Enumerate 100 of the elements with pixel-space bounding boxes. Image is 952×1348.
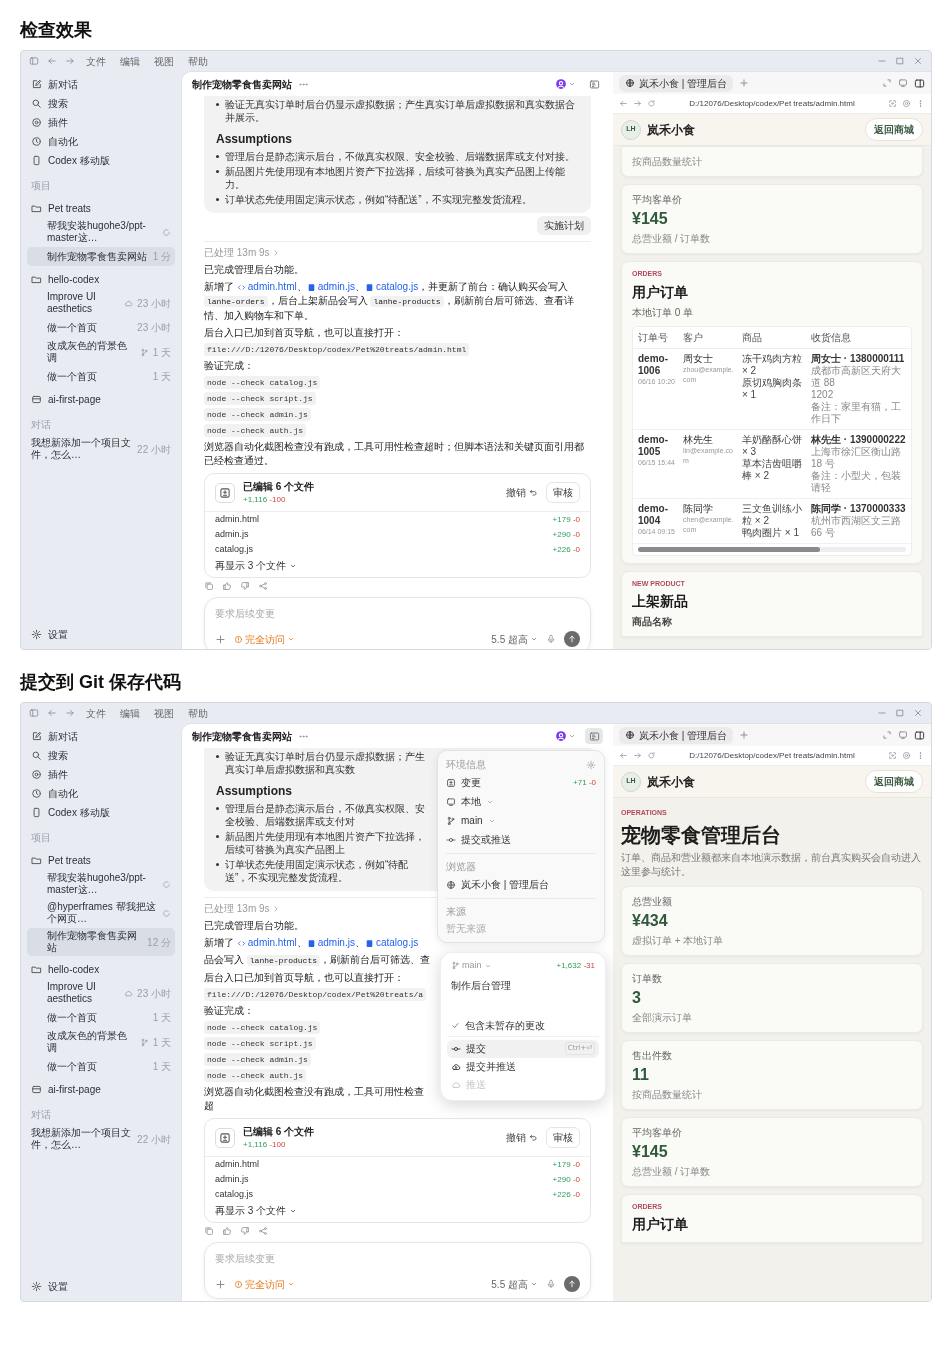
sidebar-icon[interactable] [29, 56, 39, 66]
split-view-icon[interactable] [914, 729, 925, 741]
share-icon[interactable] [258, 1226, 268, 1237]
file-link[interactable]: admin.js [306, 280, 355, 295]
file-name[interactable]: admin.html [215, 513, 259, 527]
include-unstaged-checkbox[interactable]: 包含未暂存的更改 [447, 1014, 599, 1037]
project-item[interactable]: Pet treats [27, 851, 175, 869]
file-link[interactable]: catalog.js [364, 280, 419, 295]
file-link[interactable]: admin.html [236, 280, 297, 295]
back-icon[interactable] [47, 708, 57, 718]
project-item[interactable]: hello-codex [27, 960, 175, 978]
thumbs-down-icon[interactable] [240, 1226, 250, 1237]
model-button[interactable]: 5.5 超高 [491, 631, 538, 647]
project-item[interactable]: Pet treats [27, 199, 175, 217]
thread-item[interactable]: 帮我安装hugohe3/ppt-master这… [27, 870, 175, 898]
thumbs-up-icon[interactable] [222, 581, 232, 592]
back-icon[interactable] [619, 99, 628, 108]
thumbs-down-icon[interactable] [240, 581, 250, 592]
microphone-icon[interactable] [546, 634, 556, 645]
expand-icon[interactable] [882, 78, 892, 88]
send-button[interactable] [564, 1276, 580, 1293]
more-icon[interactable] [916, 99, 925, 108]
panel-toggle-button[interactable] [585, 728, 603, 744]
forward-icon[interactable] [65, 56, 75, 66]
menu-item[interactable]: 提交并推送 [447, 1057, 599, 1076]
thread-item[interactable]: 帮我安装hugohe3/ppt-master这… [27, 218, 175, 246]
browser-tab[interactable]: 岚禾小食 | 管理后台 [619, 74, 734, 92]
panel-item[interactable]: 本地 [446, 793, 596, 810]
close-icon[interactable] [913, 708, 923, 718]
show-more-button[interactable]: 再显示 3 个文件 [205, 557, 308, 578]
browser-tab[interactable]: 岚禾小食 | 管理后台 [619, 726, 734, 744]
maximize-icon[interactable] [895, 708, 905, 718]
panel-item[interactable]: 变更 +71 -0 [446, 774, 596, 791]
plus-icon[interactable] [739, 78, 750, 88]
reload-icon[interactable] [647, 751, 656, 760]
sidebar-item[interactable]: 新对话 [27, 75, 175, 93]
menu-item[interactable]: 编辑 [117, 53, 143, 69]
reload-icon[interactable] [647, 99, 656, 108]
review-button[interactable]: 审核 [546, 1127, 580, 1149]
scan-icon[interactable] [888, 99, 897, 108]
sidebar-item[interactable]: 自动化 [27, 784, 175, 802]
file-name[interactable]: admin.js [215, 1173, 249, 1187]
menu-item[interactable]: 文件 [83, 705, 109, 721]
plus-icon[interactable] [215, 633, 226, 645]
file-name[interactable]: admin.html [215, 1158, 259, 1172]
plan-button[interactable]: 实施计划 [537, 216, 591, 235]
split-view-icon[interactable] [914, 77, 925, 89]
settings-button[interactable]: 设置 [27, 1277, 175, 1295]
plus-icon[interactable] [215, 1278, 226, 1290]
undo-button[interactable]: 撤销 [506, 485, 538, 501]
monitor-icon[interactable] [898, 78, 908, 88]
message-input[interactable]: 要求后续变更 [215, 1251, 580, 1267]
back-icon[interactable] [619, 751, 628, 760]
sidebar-icon[interactable] [29, 708, 39, 718]
menu-item[interactable]: 视图 [151, 53, 177, 69]
monitor-icon[interactable] [898, 730, 908, 740]
back-icon[interactable] [47, 56, 57, 66]
settings-icon[interactable] [586, 759, 596, 770]
file-link[interactable]: admin.html [236, 936, 297, 951]
thread-item[interactable]: 改成灰色的背景色调 1 天 [27, 1028, 175, 1056]
forward-icon[interactable] [65, 708, 75, 718]
thumbs-up-icon[interactable] [222, 1226, 232, 1237]
scan-icon[interactable] [888, 751, 897, 760]
sidebar-item[interactable]: 插件 [27, 765, 175, 783]
send-button[interactable] [564, 631, 580, 648]
file-name[interactable]: catalog.js [215, 1188, 254, 1202]
file-name[interactable]: admin.js [215, 528, 249, 542]
sidebar-item[interactable]: 插件 [27, 113, 175, 131]
target-icon[interactable] [902, 99, 911, 108]
menu-item[interactable]: 帮助 [185, 705, 211, 721]
menu-item[interactable]: 视图 [151, 705, 177, 721]
project-item[interactable]: ai-first-page [27, 390, 175, 408]
project-item[interactable]: hello-codex [27, 270, 175, 288]
copy-icon[interactable] [204, 581, 214, 592]
panel-item[interactable]: main [446, 812, 596, 829]
file-link[interactable]: catalog.js [364, 936, 419, 951]
forward-icon[interactable] [633, 99, 642, 108]
model-button[interactable]: 5.5 超高 [491, 1276, 538, 1292]
project-item[interactable]: ai-first-page [27, 1080, 175, 1098]
sidebar-item[interactable]: 搜索 [27, 746, 175, 764]
thread-item[interactable]: 做一个首页 1 天 [27, 1057, 175, 1076]
maximize-icon[interactable] [895, 56, 905, 66]
undo-button[interactable]: 撤销 [506, 1130, 538, 1146]
thread-item[interactable]: @hyperframes 帮我把这个网页… [27, 899, 175, 927]
thread-item[interactable]: 做一个首页 23 小时 [27, 318, 175, 337]
thread-item[interactable]: 改成灰色的背景色调 1 天 [27, 338, 175, 366]
thread-item[interactable]: 做一个首页 1 天 [27, 1008, 175, 1027]
plus-icon[interactable] [739, 730, 750, 740]
back-to-shop-button[interactable]: 返回商城 [865, 770, 923, 793]
message-input[interactable]: 要求后续变更 [215, 606, 580, 622]
forward-icon[interactable] [633, 751, 642, 760]
target-icon[interactable] [902, 751, 911, 760]
close-icon[interactable] [913, 56, 923, 66]
panel-item[interactable]: 岚禾小食 | 管理后台 [446, 876, 596, 893]
sidebar-item[interactable]: 新对话 [27, 727, 175, 745]
more-icon[interactable] [916, 751, 925, 760]
share-icon[interactable] [258, 581, 268, 592]
microphone-icon[interactable] [546, 1279, 556, 1290]
file-link[interactable]: admin.js [306, 936, 355, 951]
copy-icon[interactable] [204, 1226, 214, 1237]
